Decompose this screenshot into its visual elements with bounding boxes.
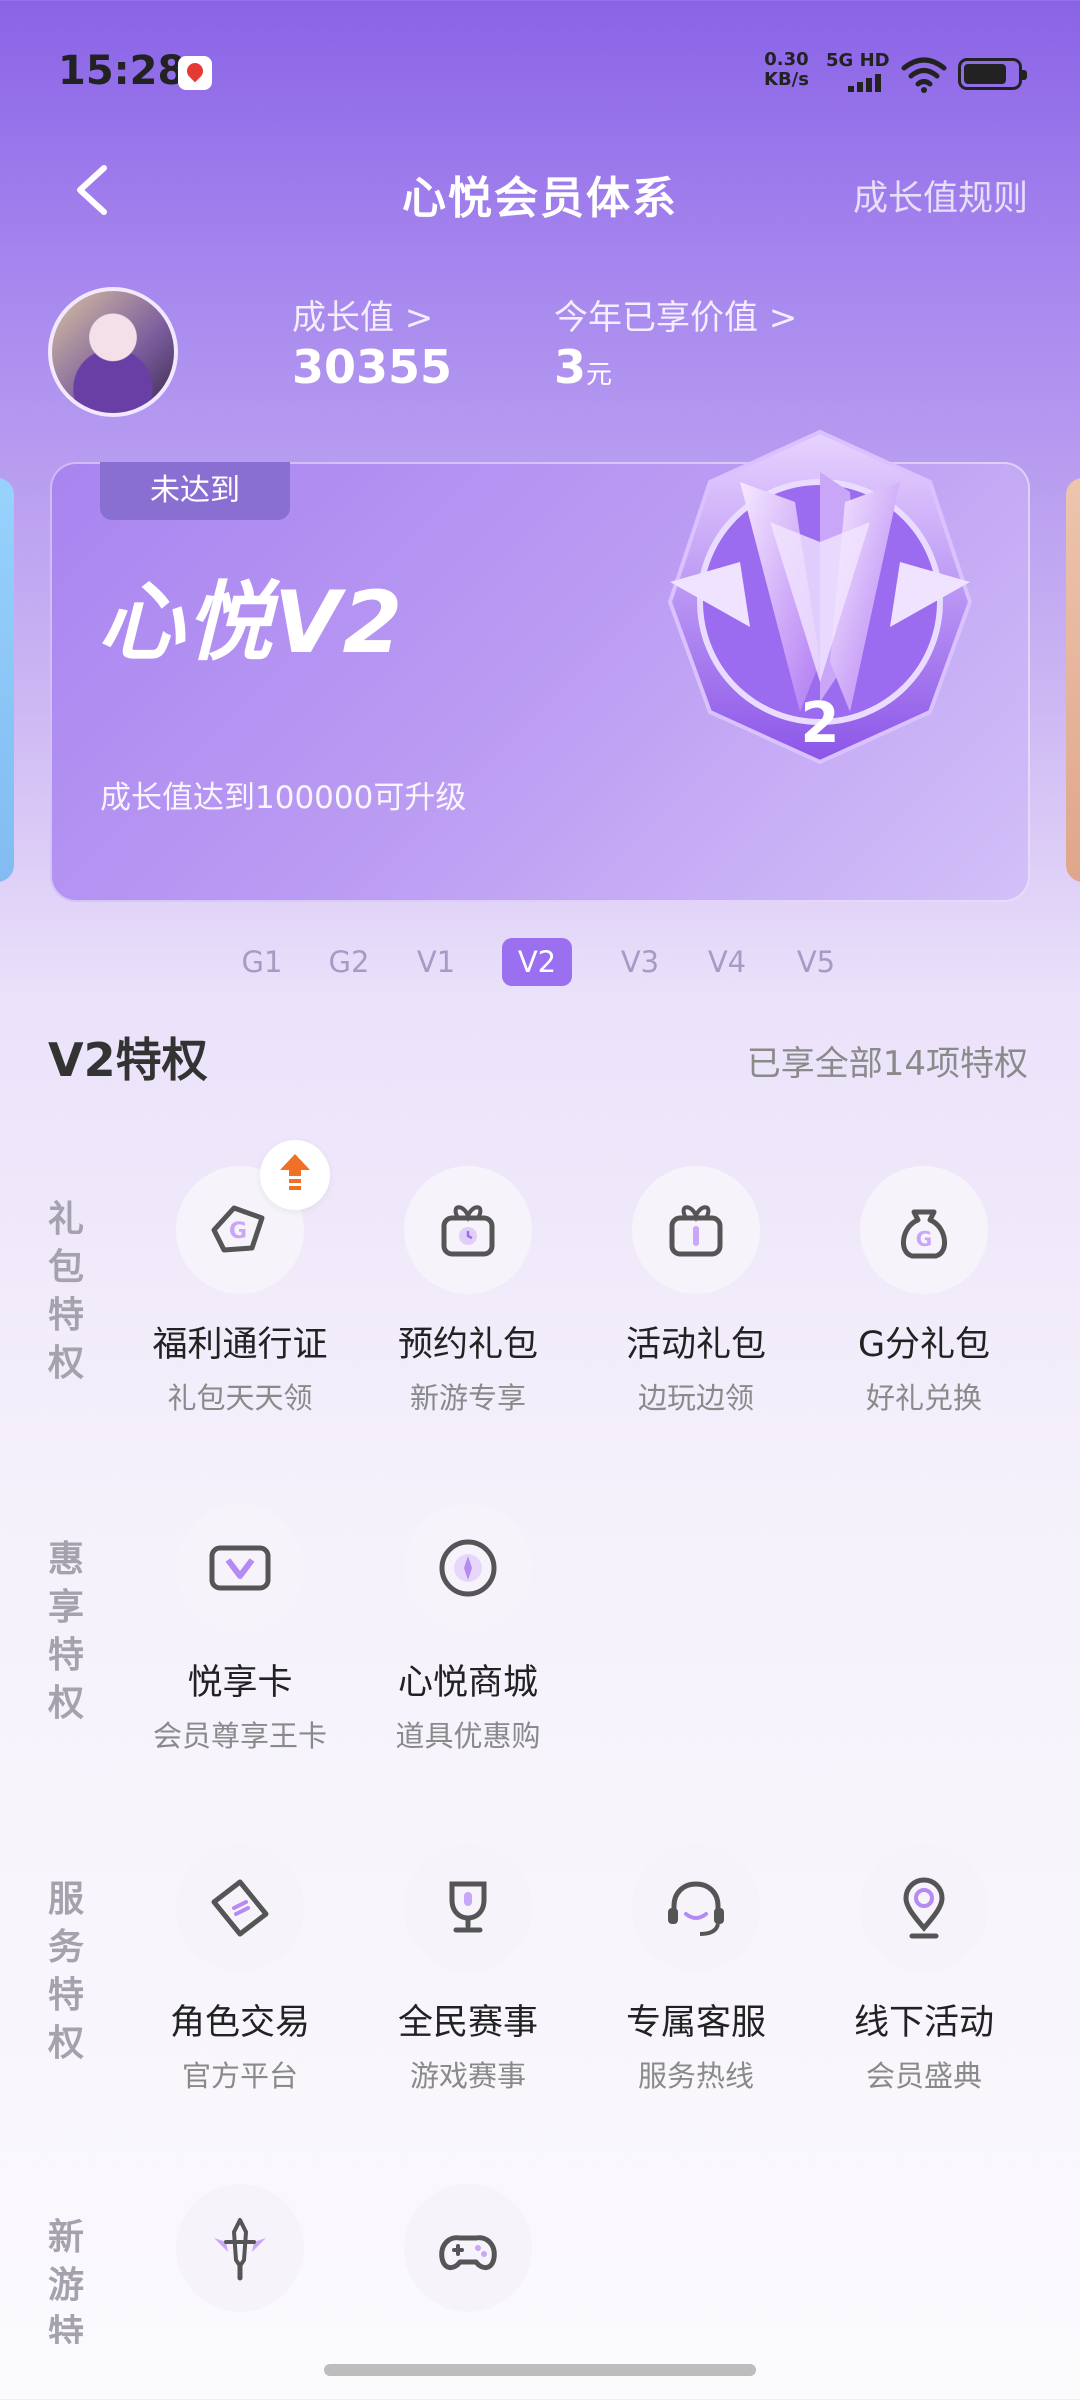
privilege-sub: 礼包天天领 xyxy=(167,1381,313,1415)
growth-rules-link[interactable]: 成长值规则 xyxy=(853,170,1028,221)
gift-box-icon xyxy=(669,1205,723,1257)
privilege-name: 心悦商城 xyxy=(397,1663,538,1703)
privilege-name: 预约礼包 xyxy=(397,1325,538,1365)
location-app-icon xyxy=(178,56,212,90)
reserve-gift-icon xyxy=(441,1205,495,1257)
enjoyed-value-link[interactable]: 今年已享价值 > xyxy=(554,290,797,339)
privilege-sub: 会员盛典 xyxy=(865,2059,982,2093)
privileges-title: V2特权 xyxy=(48,1033,208,1087)
privilege-new-game-2[interactable] xyxy=(354,2184,582,2312)
upgrade-arrow-icon xyxy=(280,1154,310,1190)
privilege-event-gift[interactable]: 活动礼包 边玩边领 xyxy=(582,1166,810,1417)
level-tab-g1[interactable]: G1 xyxy=(227,938,297,986)
privilege-sub: 会员尊享王卡 xyxy=(152,1719,327,1753)
privilege-sub: 新游专享 xyxy=(409,1381,526,1415)
network-type: 5G HD xyxy=(826,50,890,71)
privilege-sub: 好礼兑换 xyxy=(865,1381,982,1415)
privilege-name: G分礼包 xyxy=(857,1325,991,1365)
level-tabs: G1 G2 V1 V2 V3 V4 V5 xyxy=(0,938,1080,988)
privilege-sub: 游戏赛事 xyxy=(409,2059,526,2093)
signal-icon xyxy=(848,72,884,92)
money-bag-icon: G xyxy=(901,1209,947,1259)
privilege-sub: 道具优惠购 xyxy=(395,1719,541,1753)
vip-card-icon xyxy=(209,1545,271,1591)
level-tab-v5[interactable]: V5 xyxy=(781,938,851,986)
medal-number: 2 xyxy=(801,691,840,756)
section-label-new-game: 新游特 xyxy=(47,2217,84,2344)
ticket-icon xyxy=(211,1879,269,1937)
upgrade-tip: 成长值达到100000可升级 xyxy=(100,780,467,816)
enjoyed-value: 3元 xyxy=(554,340,613,394)
privilege-role-trade[interactable]: 角色交易 官方平台 xyxy=(126,1844,354,2095)
privilege-sub: 边玩边领 xyxy=(637,1381,754,1415)
next-level-card[interactable] xyxy=(1066,478,1080,882)
level-tab-v4[interactable]: V4 xyxy=(692,938,762,986)
gamepad-icon xyxy=(439,2235,497,2270)
status-bar: 15:28 0.30 KB/s 5G HD xyxy=(0,0,1080,150)
privilege-name: 线下活动 xyxy=(853,2003,994,2043)
sword-icon xyxy=(214,2218,266,2281)
section-label-service: 服务特权 xyxy=(47,1879,84,2064)
section-label-discount: 惠享特权 xyxy=(47,1539,84,1724)
privilege-welfare-pass[interactable]: G 福利通行证 礼包天天领 xyxy=(126,1140,354,1417)
prev-level-card[interactable] xyxy=(0,478,14,882)
home-indicator[interactable] xyxy=(324,2364,756,2376)
privilege-sub: 官方平台 xyxy=(181,2059,298,2093)
privilege-new-game-1[interactable] xyxy=(126,2184,354,2312)
level-tab-v2[interactable]: V2 xyxy=(502,938,572,986)
privilege-joy-card[interactable]: 悦享卡 会员尊享王卡 xyxy=(126,1504,354,1755)
privilege-name: 活动礼包 xyxy=(625,1325,766,1365)
level-tab-g2[interactable]: G2 xyxy=(314,938,384,986)
privilege-name: 全民赛事 xyxy=(397,2003,538,2043)
battery-icon xyxy=(958,58,1027,90)
enjoyed-value-unit: 元 xyxy=(586,360,613,390)
level-name: 心悦V2 xyxy=(98,573,405,673)
section-label-gift: 礼包特权 xyxy=(47,1199,84,1384)
privilege-gpoint-gift[interactable]: G G分礼包 好礼兑换 xyxy=(810,1166,1038,1417)
privilege-reserve-gift[interactable]: 预约礼包 新游专享 xyxy=(354,1166,582,1417)
privilege-sub: 服务热线 xyxy=(637,2059,754,2093)
location-pin-icon xyxy=(903,1877,945,1939)
headset-icon xyxy=(668,1881,724,1936)
privilege-name: 福利通行证 xyxy=(152,1325,328,1365)
v2-medal-icon: 2 xyxy=(667,429,973,765)
privilege-xinyue-shop[interactable]: 心悦商城 道具优惠购 xyxy=(354,1504,582,1755)
privilege-name: 悦享卡 xyxy=(187,1663,293,1703)
avatar[interactable] xyxy=(48,287,178,417)
privilege-name: 专属客服 xyxy=(625,2003,766,2043)
privilege-name: 角色交易 xyxy=(169,2003,310,2043)
growth-value-link[interactable]: 成长值 > xyxy=(292,290,433,339)
shop-disc-icon xyxy=(439,1539,497,1597)
growth-value: 30355 xyxy=(292,340,453,394)
privilege-offline-event[interactable]: 线下活动 会员盛典 xyxy=(810,1844,1038,2095)
svg-text:G: G xyxy=(229,1219,247,1244)
level-status-badge: 未达到 xyxy=(100,462,290,520)
privileges-count: 已享全部14项特权 xyxy=(746,1044,1028,1084)
privilege-customer-service[interactable]: 专属客服 服务热线 xyxy=(582,1844,810,2095)
status-time: 15:28 xyxy=(58,48,186,94)
privilege-esports[interactable]: 全民赛事 游戏赛事 xyxy=(354,1844,582,2095)
svg-text:G: G xyxy=(916,1227,932,1251)
trophy-icon xyxy=(449,1881,487,1933)
upgrade-badge xyxy=(260,1140,330,1210)
network-speed: 0.30 KB/s xyxy=(764,49,809,90)
level-tab-v3[interactable]: V3 xyxy=(605,938,675,986)
level-tab-v1[interactable]: V1 xyxy=(401,938,471,986)
level-card[interactable]: 未达到 心悦V2 成长值达到100000可升级 2 xyxy=(50,429,1030,902)
wifi-icon xyxy=(901,57,947,93)
